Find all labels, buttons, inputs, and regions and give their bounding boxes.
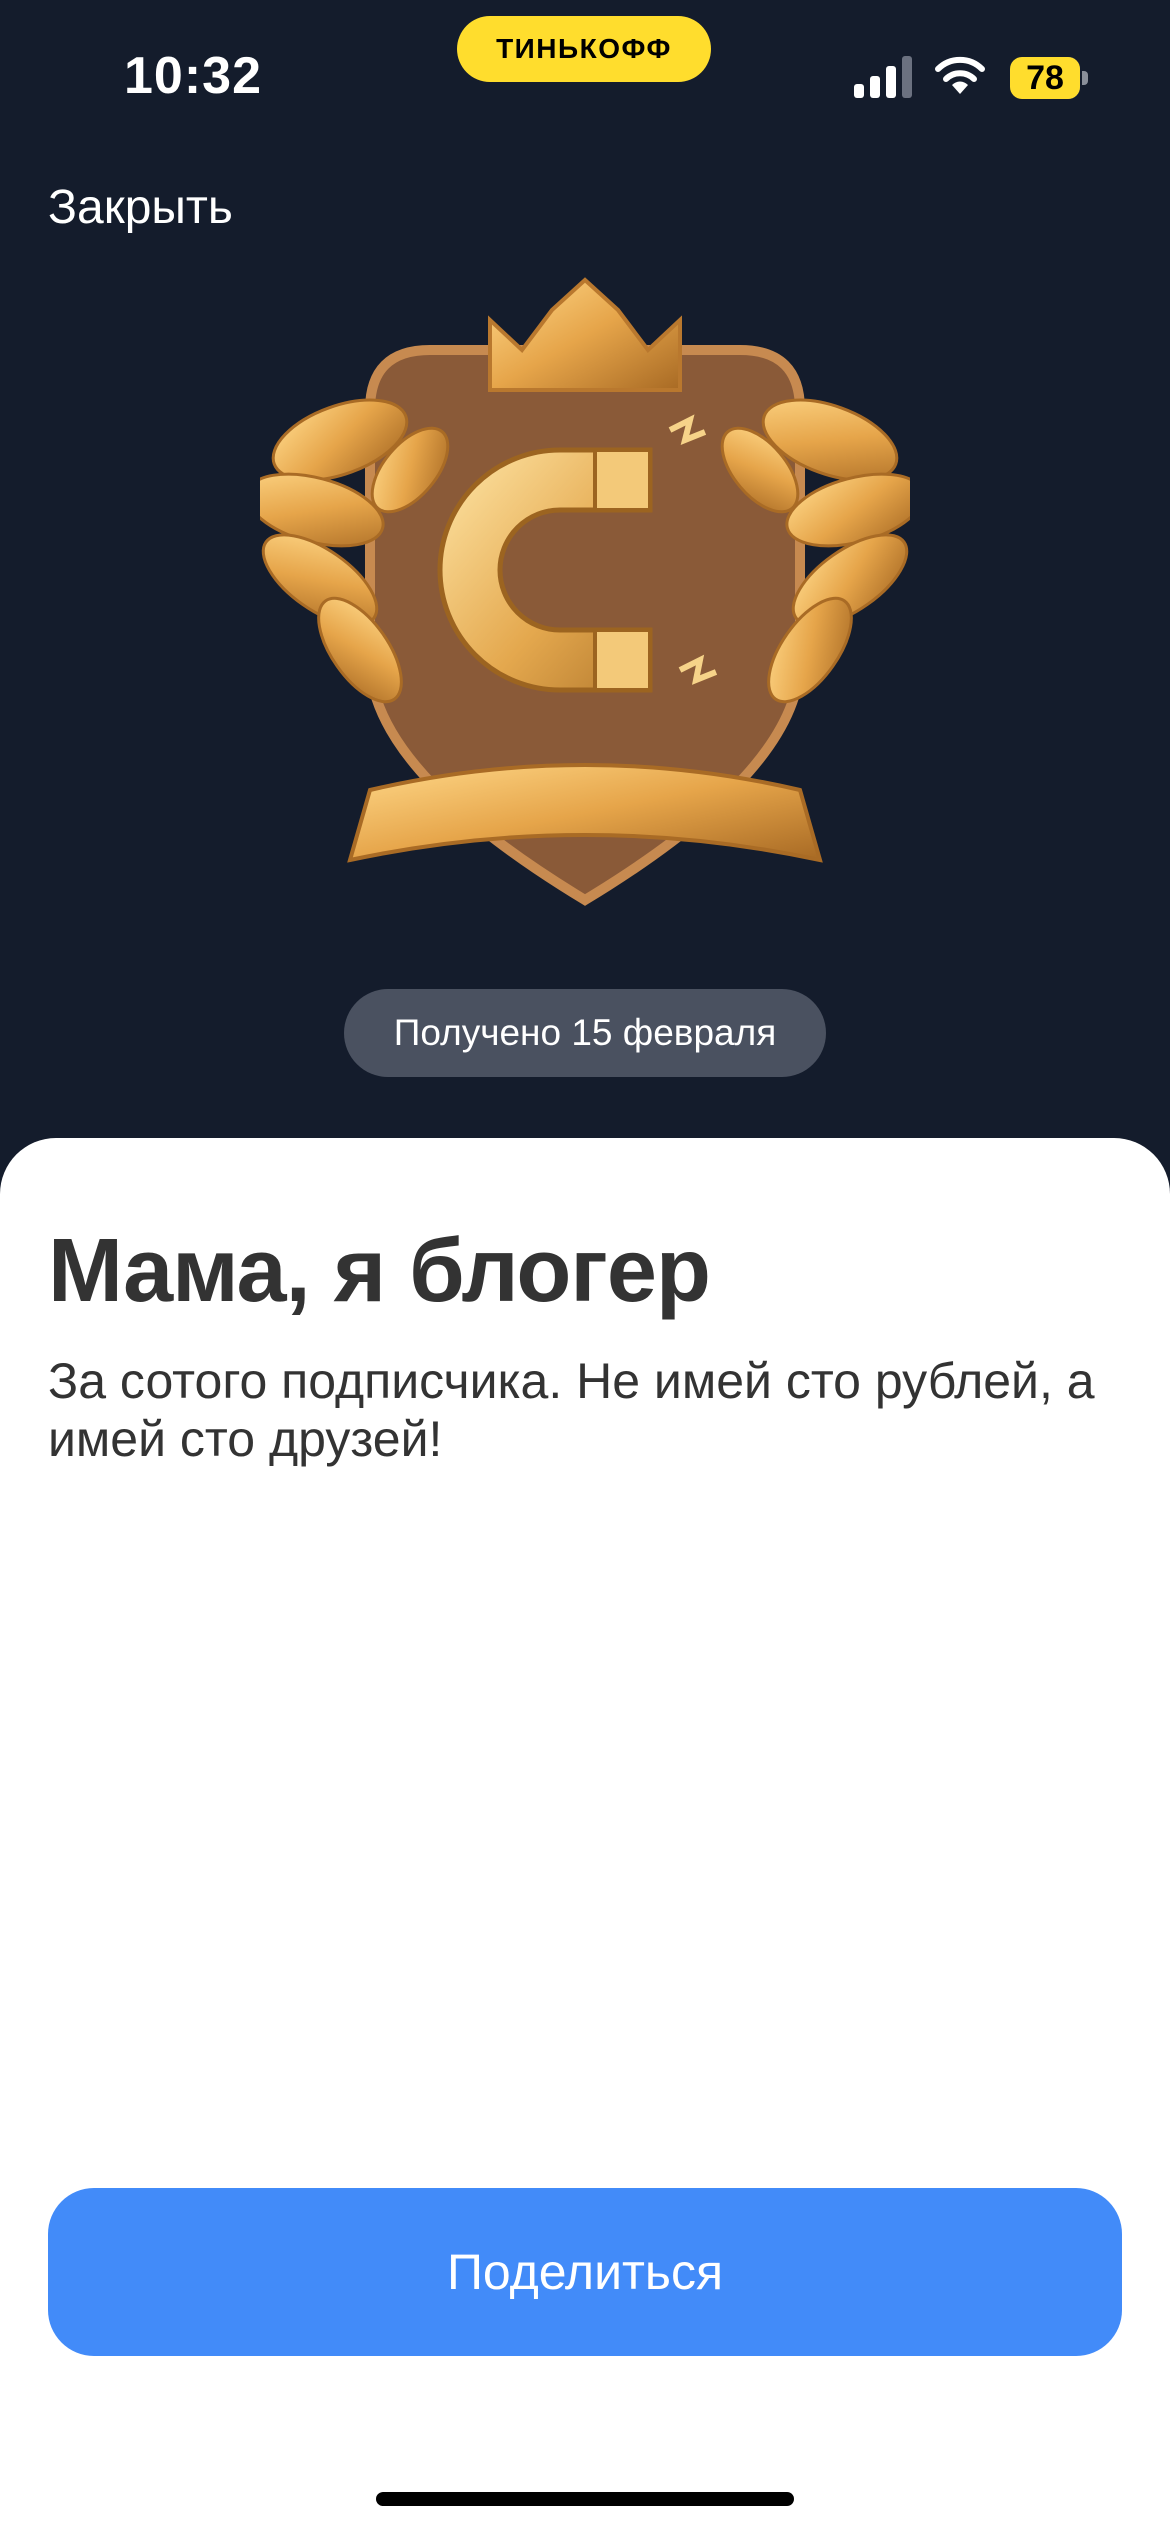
status-time: 10:32 [124,47,262,105]
achievement-description: За сотого подписчика. Не имей сто рублей… [48,1353,1095,1467]
share-button[interactable]: Поделиться [48,2188,1122,2356]
achievement-sheet: Мама, я блогер За сотого подписчика. Не … [0,1138,1170,2532]
received-date-chip: Получено 15 февраля [344,989,826,1077]
achievement-title: Мама, я блогер [48,1221,711,1321]
magnet-crest-badge-icon [260,277,910,906]
status-bar: 10:32 ТИНЬКОФФ 78 [0,0,1170,150]
brand-pill: ТИНЬКОФФ [457,16,711,82]
signal-icon [854,56,912,98]
close-button[interactable]: Закрыть [48,180,233,235]
battery-level: 78 [1010,57,1080,99]
wifi-icon [935,56,985,94]
home-indicator[interactable] [376,2492,794,2506]
battery-icon: 78 [1010,57,1088,99]
